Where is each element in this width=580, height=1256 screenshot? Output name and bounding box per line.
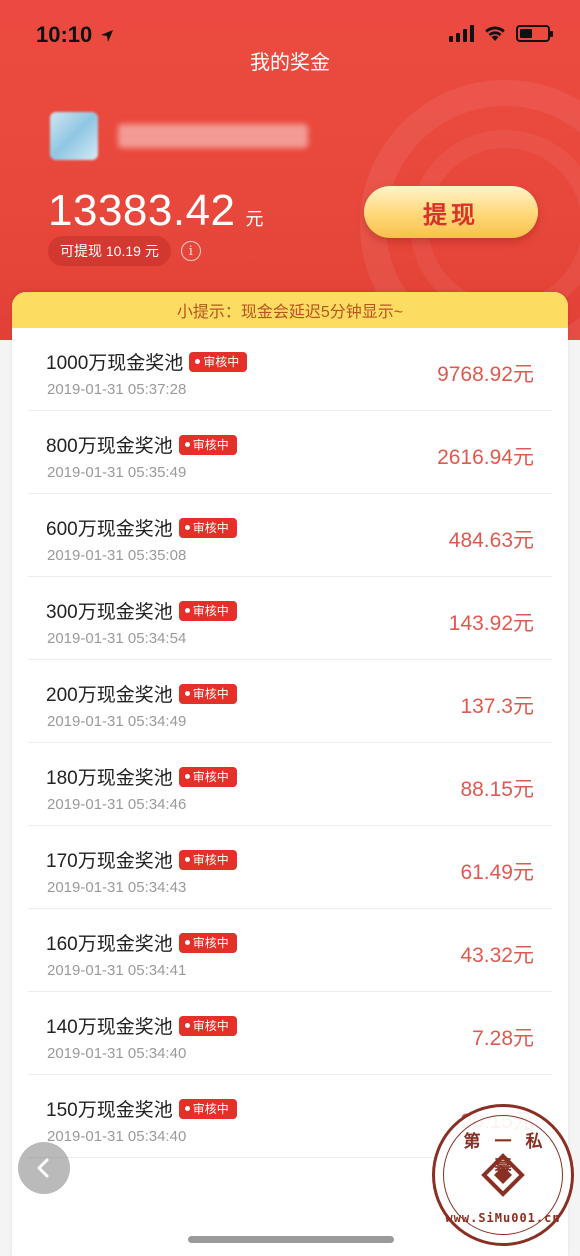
back-button[interactable]: [18, 1142, 70, 1194]
status-badge: 审核中: [178, 932, 237, 953]
list-item[interactable]: 140万现金奖池 审核中 2019-01-31 05:34:40 7.28元: [28, 992, 552, 1075]
pool-name: 150万现金奖池: [46, 1100, 173, 1121]
list-item[interactable]: 200万现金奖池 审核中 2019-01-31 05:34:49 137.3元: [28, 660, 552, 743]
row-date: 2019-01-31 05:34:40: [47, 1045, 187, 1062]
row-date: 2019-01-31 05:34:49: [47, 713, 187, 730]
row-date: 2019-01-31 05:34:41: [47, 962, 187, 979]
status-badge: 审核中: [178, 683, 237, 704]
tip-banner: 小提示：现金会延迟5分钟显示~: [12, 292, 568, 328]
list-item[interactable]: 300万现金奖池 审核中 2019-01-31 05:34:54 143.92元: [28, 577, 552, 660]
battery-icon: [516, 24, 553, 42]
watermark-seal: 第一私募 www.SiMu001.cn: [432, 1104, 574, 1246]
row-date: 2019-01-31 05:34:46: [47, 796, 187, 813]
blurred-username: [118, 124, 308, 148]
row-amount: 9768.92元: [437, 363, 534, 386]
status-icons: [449, 24, 553, 42]
status-badge: 审核中: [178, 1015, 237, 1036]
pool-name: 300万现金奖池: [46, 602, 173, 623]
status-badge: 审核中: [189, 351, 248, 372]
cellular-signal-icon: [449, 24, 474, 42]
pool-name: 1000万现金奖池: [46, 353, 184, 374]
status-badge: 审核中: [178, 434, 237, 455]
bonus-list: 1000万现金奖池 审核中 2019-01-31 05:37:28 9768.92…: [12, 328, 568, 1158]
row-date: 2019-01-31 05:35:49: [47, 464, 187, 481]
page-title: 我的奖金: [250, 52, 330, 74]
row-amount: 484.63元: [448, 529, 534, 552]
status-badge: 审核中: [178, 517, 237, 538]
watermark-bottom-text: www.SiMu001.cn: [445, 1211, 561, 1225]
location-arrow-icon: [101, 30, 114, 43]
withdrawable-amount: 可提现 10.19 元: [48, 236, 171, 266]
row-amount: 7.28元: [472, 1027, 534, 1050]
pool-name: 600万现金奖池: [46, 519, 173, 540]
avatar: [50, 112, 98, 160]
info-icon[interactable]: i: [180, 241, 201, 261]
row-date: 2019-01-31 05:34:54: [47, 630, 187, 647]
row-amount: 61.49元: [460, 861, 534, 884]
wifi-icon: [485, 25, 505, 41]
total-unit: 元: [245, 209, 264, 229]
list-item[interactable]: 170万现金奖池 审核中 2019-01-31 05:34:43 61.49元: [28, 826, 552, 909]
user-info: [50, 112, 308, 160]
pool-name: 140万现金奖池: [46, 1017, 173, 1038]
back-chevron-icon: [37, 1158, 49, 1178]
pool-name: 200万现金奖池: [46, 685, 173, 706]
pool-name: 160万现金奖池: [46, 934, 173, 955]
status-badge: 审核中: [178, 600, 237, 621]
list-item[interactable]: 1000万现金奖池 审核中 2019-01-31 05:37:28 9768.92…: [28, 328, 552, 411]
watermark-top-text: 第一私募: [463, 1132, 557, 1176]
total-bonus: 13383.42 元: [48, 186, 264, 236]
row-date: 2019-01-31 05:35:08: [47, 547, 187, 564]
row-amount: 143.92元: [448, 612, 534, 635]
list-item[interactable]: 160万现金奖池 审核中 2019-01-31 05:34:41 43.32元: [28, 909, 552, 992]
row-amount: 88.15元: [460, 778, 534, 801]
withdrawable-info: 可提现 10.19 元 i: [48, 236, 201, 266]
pool-name: 800万现金奖池: [46, 436, 173, 457]
row-date: 2019-01-31 05:34:43: [47, 879, 187, 896]
row-amount: 2616.94元: [437, 446, 534, 469]
list-item[interactable]: 600万现金奖池 审核中 2019-01-31 05:35:08 484.63元: [28, 494, 552, 577]
status-badge: 审核中: [178, 1098, 237, 1119]
row-amount: 43.32元: [460, 944, 534, 967]
pool-name: 170万现金奖池: [46, 851, 173, 872]
home-indicator[interactable]: [188, 1236, 394, 1243]
row-amount: 137.3元: [460, 695, 534, 718]
list-item[interactable]: 180万现金奖池 审核中 2019-01-31 05:34:46 88.15元: [28, 743, 552, 826]
status-badge: 审核中: [178, 766, 237, 787]
pool-name: 180万现金奖池: [46, 768, 173, 789]
withdraw-button[interactable]: 提现: [364, 186, 538, 238]
list-item[interactable]: 800万现金奖池 审核中 2019-01-31 05:35:49 2616.94元: [28, 411, 552, 494]
header: 10:10 我的奖金 13383.42 元 可提现 10.19 元 i 提现: [0, 0, 580, 340]
row-date: 2019-01-31 05:37:28: [47, 381, 187, 398]
row-date: 2019-01-31 05:34:40: [47, 1128, 187, 1145]
status-time: 10:10: [36, 22, 114, 48]
total-amount: 13383.42: [48, 186, 236, 235]
status-badge: 审核中: [178, 849, 237, 870]
